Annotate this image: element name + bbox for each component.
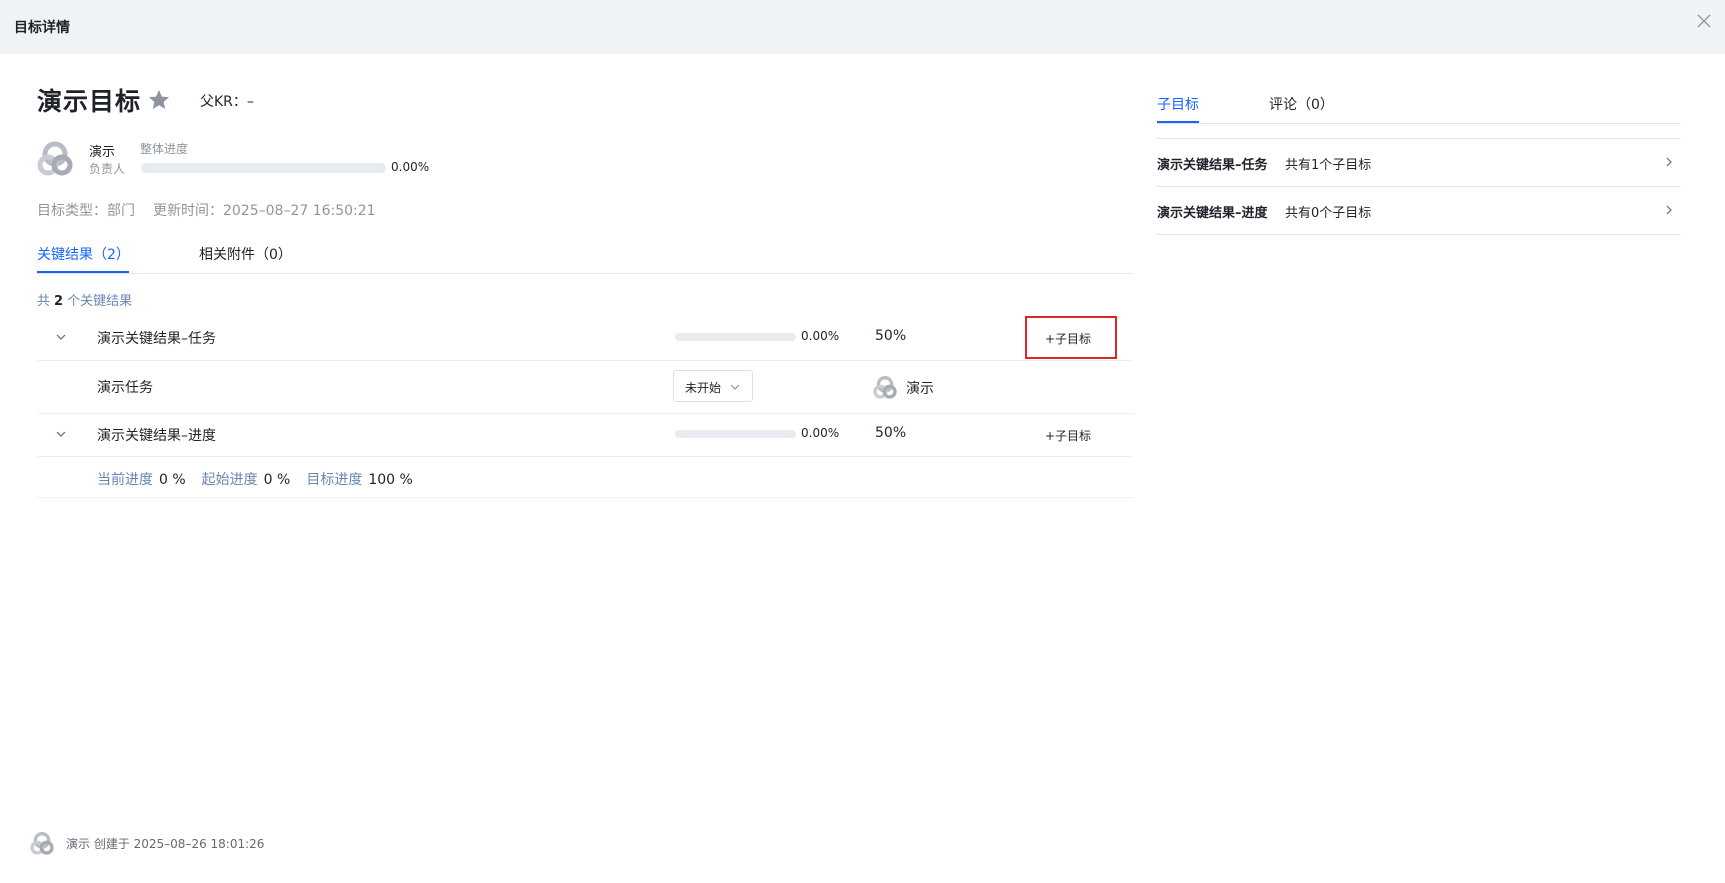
avatar-task-owner [873,375,897,399]
star-icon[interactable] [147,88,171,112]
start-progress-label: 起始进度 [201,472,258,488]
task-status-value: 未开始 [685,381,722,395]
kr-name[interactable]: 演示关键结果–任务 [97,328,216,348]
row-divider [37,413,1133,414]
overall-progress-pct: 0.00% [391,160,430,174]
subgoal-name: 演示关键结果–任务 [1157,158,1268,173]
tab-attachments[interactable]: 相关附件（0） [199,244,292,264]
kr-summary: 共 2 个关键结果 [37,294,133,309]
highlight-box [1025,316,1117,359]
tab-comments[interactable]: 评论（0） [1269,94,1334,114]
target-progress-label: 目标进度 [306,472,363,488]
goal-type: 目标类型：部门 [37,203,135,219]
close-icon[interactable] [1697,14,1713,30]
header-bar: 目标详情 [0,0,1725,54]
row-divider [37,456,1133,457]
subgoal-row[interactable]: 演示关键结果–任务 共有1个子目标 [1157,139,1681,187]
goal-meta: 目标类型：部门 更新时间：2025–08–27 16:50:21 [37,200,376,220]
chevron-down-icon [729,381,741,393]
kr-name[interactable]: 演示关键结果–进度 [97,425,216,445]
subgoal-count: 共有1个子目标 [1285,158,1372,173]
kr-tabs: 关键结果（2） 相关附件（0） [37,236,1133,274]
start-progress-value: 0 % [263,472,291,488]
kr-weight: 50% [875,328,907,344]
tab-active-indicator [37,271,129,273]
row-divider [37,497,1133,498]
target-progress-value: 100 % [368,472,413,488]
goal-title: 演示目标 [37,87,142,116]
tab-subgoals[interactable]: 子目标 [1157,94,1199,114]
subgoal-name: 演示关键结果–进度 [1157,206,1268,221]
subgoal-count: 共有0个子目标 [1285,206,1372,221]
add-subgoal-button[interactable]: +子目标 [1045,427,1091,444]
owner-role: 负责人 [89,162,126,176]
parent-kr: 父KR：– [200,94,254,110]
current-progress-label: 当前进度 [97,472,153,488]
kr-progress-bar [675,430,796,438]
chevron-down-icon[interactable] [54,427,68,441]
goal-update-time: 更新时间：2025–08–27 16:50:21 [153,203,376,219]
task-name[interactable]: 演示任务 [97,377,153,397]
overall-progress-label: 整体进度 [140,142,189,156]
chevron-down-icon[interactable] [54,330,68,344]
kr-progress-pct: 0.00% [801,426,840,440]
kr-progress-detail: 当前进度 0 % 起始进度 0 % 目标进度 100 % [97,469,429,489]
avatar-owner [37,140,73,176]
tab-key-results[interactable]: 关键结果（2） [37,244,130,264]
dialog-title: 目标详情 [14,20,70,36]
subgoal-row[interactable]: 演示关键结果–进度 共有0个子目标 [1157,187,1681,235]
row-divider [37,360,1133,361]
tab-active-indicator [1157,121,1199,123]
current-progress-value: 0 % [159,472,186,488]
kr-weight: 50% [875,425,907,441]
chevron-right-icon [1663,156,1675,168]
owner-name: 演示 [89,145,116,160]
avatar-creator [30,831,54,855]
kr-progress-bar [675,333,796,341]
task-owner: 演示 [906,381,934,397]
side-tabs: 子目标 评论（0） [1157,92,1681,124]
task-status-select[interactable]: 未开始 [673,370,753,402]
created-info: 演示 创建于 2025–08–26 18:01:26 [66,837,265,851]
overall-progress-bar [141,163,386,173]
chevron-right-icon [1663,204,1675,216]
kr-progress-pct: 0.00% [801,329,840,343]
